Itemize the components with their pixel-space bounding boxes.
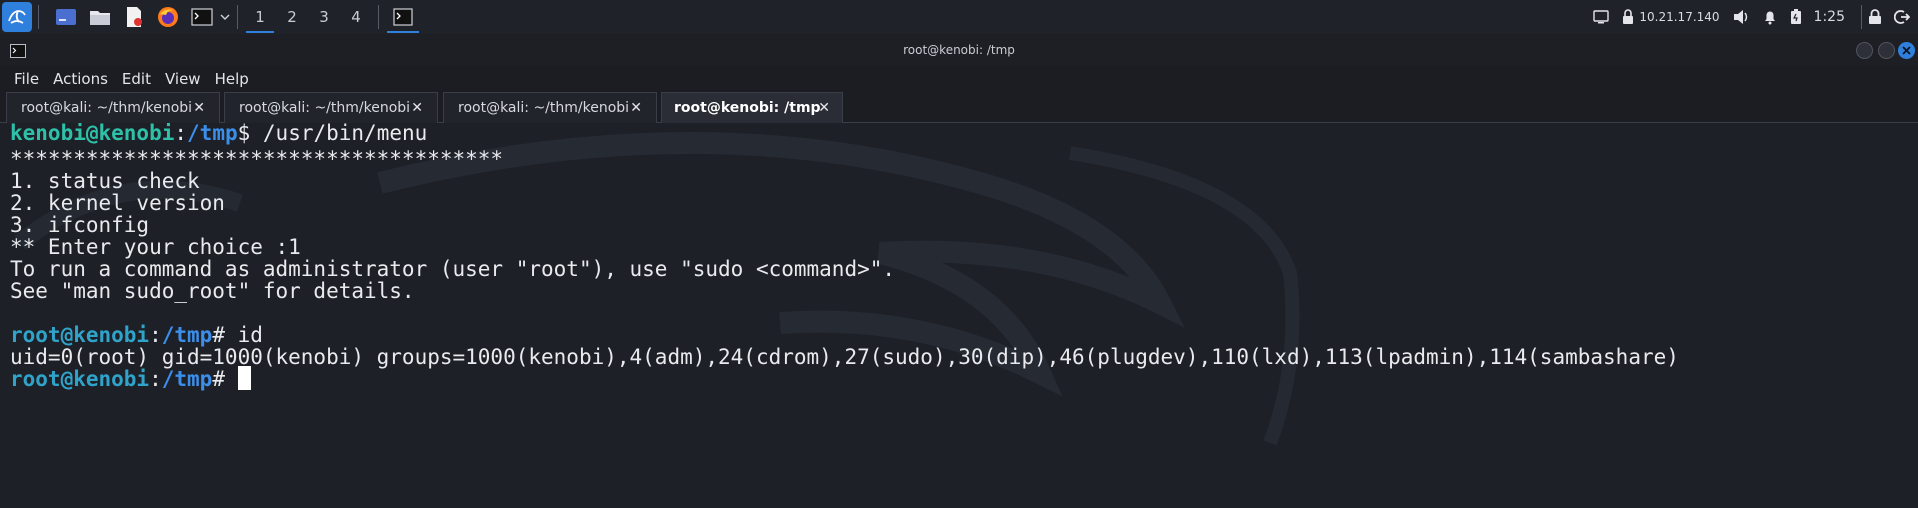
taskbar-separator xyxy=(378,5,379,29)
tab-2[interactable]: root@kali: ~/thm/kenobi ✕ xyxy=(224,92,438,123)
prompt-colon: : xyxy=(149,367,162,391)
taskbar: 1 2 3 4 10.21.17.140 1:25 xyxy=(0,0,1918,34)
menu-help[interactable]: Help xyxy=(215,70,249,88)
logout-icon[interactable] xyxy=(1894,9,1910,25)
file-manager-icon[interactable] xyxy=(87,4,113,30)
menu-bar: File Actions Edit View Help xyxy=(0,66,1918,92)
taskbar-separator xyxy=(1861,5,1862,29)
vpn-lock-icon[interactable] xyxy=(1621,9,1635,25)
window-titlebar[interactable]: root@kenobi: /tmp xyxy=(0,34,1918,66)
maximize-button[interactable] xyxy=(1878,42,1895,59)
output-line: uid=0(root) gid=1000(kenobi) groups=1000… xyxy=(10,345,1679,369)
workspace-1[interactable]: 1 xyxy=(244,0,276,34)
prompt-path: /tmp xyxy=(161,367,213,391)
close-icon xyxy=(1902,46,1911,55)
tab-label: root@kenobi: /tmp xyxy=(674,100,821,116)
tab-close-icon[interactable]: ✕ xyxy=(818,100,830,116)
tab-close-icon[interactable]: ✕ xyxy=(411,100,423,116)
display-icon[interactable] xyxy=(1593,10,1610,24)
firefox-icon[interactable] xyxy=(155,4,181,30)
prompt-line-3: root@kenobi:/tmp# xyxy=(10,366,251,393)
tab-label: root@kali: ~/thm/kenobi xyxy=(21,100,193,116)
tab-close-icon[interactable]: ✕ xyxy=(630,100,642,116)
prompt-symbol: # xyxy=(212,367,238,391)
command-text: /usr/bin/menu xyxy=(250,123,428,145)
menu-file[interactable]: File xyxy=(14,70,39,88)
show-desktop-icon[interactable] xyxy=(53,4,79,30)
tab-close-icon[interactable]: ✕ xyxy=(193,100,205,116)
tab-label: root@kali: ~/thm/kenobi xyxy=(239,100,411,116)
kali-menu-icon[interactable] xyxy=(2,2,32,32)
menu-actions[interactable]: Actions xyxy=(53,70,108,88)
volume-icon[interactable] xyxy=(1732,9,1750,25)
tab-bar: root@kali: ~/thm/kenobi ✕ root@kali: ~/t… xyxy=(0,92,1918,123)
prompt-symbol: $ xyxy=(237,123,251,145)
kali-dragon-watermark xyxy=(14,132,1300,446)
taskbar-terminal-window[interactable] xyxy=(385,0,421,34)
notification-bell-icon[interactable] xyxy=(1762,9,1778,25)
tab-4-active[interactable]: root@kenobi: /tmp ✕ xyxy=(661,92,843,123)
text-editor-icon[interactable] xyxy=(121,4,147,30)
window-title: root@kenobi: /tmp xyxy=(903,43,1015,57)
prompt-line-1: kenobi@kenobi:/tmp$ /usr/bin/menu xyxy=(10,123,427,147)
prompt-user: root@kenobi xyxy=(10,367,150,391)
menu-edit[interactable]: Edit xyxy=(122,70,151,88)
prompt-path: /tmp xyxy=(187,123,238,145)
terminal-output[interactable]: kenobi@kenobi:/tmp$ /usr/bin/menu ******… xyxy=(0,123,1918,508)
terminal-cursor xyxy=(237,366,251,390)
output-line: See "man sudo_root" for details. xyxy=(10,279,415,303)
taskbar-separator xyxy=(38,5,39,29)
prompt-user: kenobi@kenobi xyxy=(10,123,175,145)
taskbar-separator xyxy=(237,5,238,29)
chevron-down-icon[interactable] xyxy=(219,4,231,30)
tab-1[interactable]: root@kali: ~/thm/kenobi ✕ xyxy=(6,92,220,123)
tab-label: root@kali: ~/thm/kenobi xyxy=(458,100,630,116)
ip-address: 10.21.17.140 xyxy=(1639,10,1720,24)
close-button[interactable] xyxy=(1898,42,1915,59)
prompt-colon: : xyxy=(174,123,188,145)
workspace-4[interactable]: 4 xyxy=(340,0,372,34)
workspace-3[interactable]: 3 xyxy=(308,0,340,34)
tab-3[interactable]: root@kali: ~/thm/kenobi ✕ xyxy=(443,92,657,123)
terminal-launcher-icon[interactable] xyxy=(189,4,215,30)
clock[interactable]: 1:25 xyxy=(1814,9,1845,25)
workspace-2[interactable]: 2 xyxy=(276,0,308,34)
battery-icon[interactable] xyxy=(1790,9,1802,25)
lock-screen-icon[interactable] xyxy=(1868,9,1882,25)
menu-view[interactable]: View xyxy=(165,70,201,88)
minimize-button[interactable] xyxy=(1856,42,1873,59)
